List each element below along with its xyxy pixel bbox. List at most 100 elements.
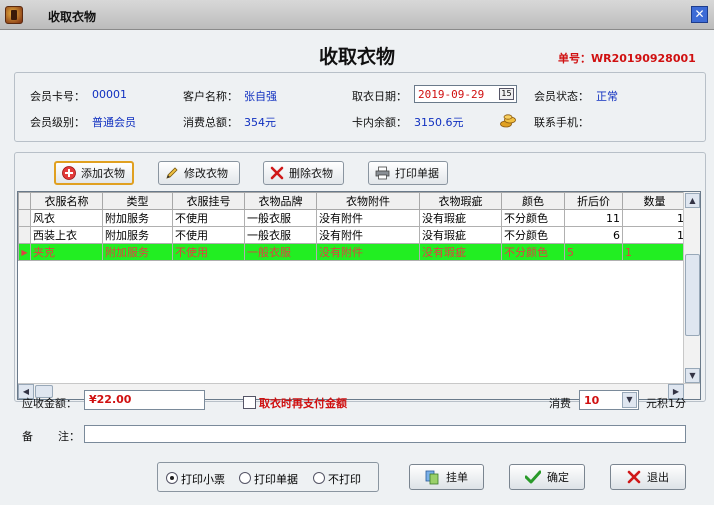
member-card-label: 会员卡号： (30, 90, 85, 103)
chevron-down-icon[interactable]: ▼ (622, 392, 637, 408)
cell-name[interactable]: 风衣 (30, 209, 103, 227)
cell-price[interactable]: 6 (564, 226, 623, 244)
pay-on-pickup-checkbox[interactable] (243, 396, 256, 409)
current-row-indicator-icon: ▶ (18, 243, 31, 261)
coins-icon (500, 114, 516, 128)
column-header[interactable]: 折后价 (564, 192, 623, 210)
cell-accessory[interactable]: 没有附件 (316, 209, 420, 227)
print-ticket-radio[interactable] (166, 472, 178, 484)
customer-name-value: 张自强 (244, 90, 277, 103)
pickup-date-input[interactable]: 2019-09-29 15 (414, 85, 517, 103)
cell-type[interactable]: 附加服务 (102, 243, 173, 261)
cell-qty[interactable]: 1 (622, 226, 687, 244)
remark-label-part2: 注： (58, 430, 80, 443)
cell-color[interactable]: 不分颜色 (501, 226, 565, 244)
add-clothes-button[interactable]: 添加衣物 (54, 161, 134, 185)
add-icon (62, 166, 76, 180)
amount-due-value: ¥22.00 (89, 393, 132, 406)
column-header[interactable]: 颜色 (501, 192, 565, 210)
cell-color[interactable]: 不分颜色 (501, 209, 565, 227)
cell-hang[interactable]: 不使用 (172, 226, 245, 244)
cell-type[interactable]: 附加服务 (102, 209, 173, 227)
documents-icon (425, 470, 439, 484)
column-header[interactable]: 衣服名称 (30, 192, 103, 210)
table-row-selected[interactable]: ▶ 夹克 附加服务 不使用 一般衣服 没有附件 没有瑕疵 不分颜色 5 1 (18, 243, 687, 261)
cell-name[interactable]: 夹克 (30, 243, 103, 261)
remark-input[interactable] (84, 425, 686, 443)
cell-name[interactable]: 西装上衣 (30, 226, 103, 244)
cell-price[interactable]: 5 (564, 243, 623, 261)
total-spent-label: 消费总额： (183, 116, 238, 129)
total-spent-value: 354元 (244, 116, 276, 129)
delete-clothes-button[interactable]: 删除衣物 (263, 161, 344, 185)
print-receipt-option-label[interactable]: 打印单据 (254, 471, 298, 487)
points-rate-select[interactable]: 10 ▼ (579, 390, 639, 410)
grid-header-row: 衣服名称 类型 衣服挂号 衣物品牌 衣物附件 衣物瑕疵 颜色 折后价 数量 (18, 192, 687, 210)
row-indicator (18, 226, 31, 244)
remark-label-part1: 备 (22, 430, 33, 443)
cell-brand[interactable]: 一般衣服 (244, 209, 317, 227)
column-header[interactable]: 衣物品牌 (244, 192, 317, 210)
phone-label: 联系手机： (534, 116, 589, 129)
pickup-date-value: 2019-09-29 (418, 88, 485, 101)
cell-defect[interactable]: 没有瑕疵 (419, 226, 502, 244)
close-button[interactable]: ✕ (691, 6, 708, 23)
column-header[interactable]: 衣物瑕疵 (419, 192, 502, 210)
no-print-radio[interactable] (313, 472, 325, 484)
scroll-down-icon[interactable]: ▼ (685, 368, 700, 383)
member-level-label: 会员级别： (30, 116, 85, 129)
window-title: 收取衣物 (48, 10, 97, 24)
column-header[interactable]: 衣物附件 (316, 192, 420, 210)
scroll-up-icon[interactable]: ▲ (685, 193, 700, 208)
no-print-label[interactable]: 不打印 (328, 471, 361, 487)
pay-on-pickup-label: 取衣时再支付金额 (259, 397, 347, 410)
title-bar: 收取衣物 ✕ (0, 0, 714, 30)
cell-qty[interactable]: 1 (622, 209, 687, 227)
cell-brand[interactable]: 一般衣服 (244, 243, 317, 261)
column-header[interactable]: 类型 (102, 192, 173, 210)
close-icon (627, 470, 641, 484)
clothes-grid[interactable]: 衣服名称 类型 衣服挂号 衣物品牌 衣物附件 衣物瑕疵 颜色 折后价 数量 风衣… (17, 191, 701, 400)
cell-type[interactable]: 附加服务 (102, 226, 173, 244)
amount-due-input[interactable]: ¥22.00 (84, 390, 205, 410)
table-row[interactable]: 西装上衣 附加服务 不使用 一般衣服 没有附件 没有瑕疵 不分颜色 6 1 (18, 226, 687, 244)
hang-order-button[interactable]: 挂单 (409, 464, 484, 490)
points-rate-value: 10 (584, 394, 600, 407)
delete-icon (270, 166, 284, 180)
column-header[interactable]: 衣服挂号 (172, 192, 245, 210)
checkmark-icon (525, 470, 541, 484)
app-icon (5, 6, 23, 24)
confirm-label: 确定 (547, 471, 569, 484)
exit-label: 退出 (647, 471, 669, 484)
cell-qty[interactable]: 1 (622, 243, 687, 261)
customer-name-label: 客户名称： (183, 90, 238, 103)
cell-accessory[interactable]: 没有附件 (316, 226, 420, 244)
header-indicator (18, 192, 31, 210)
member-info-panel (14, 72, 706, 142)
column-header[interactable]: 数量 (622, 192, 687, 210)
cell-defect[interactable]: 没有瑕疵 (419, 209, 502, 227)
cell-defect[interactable]: 没有瑕疵 (419, 243, 502, 261)
cell-accessory[interactable]: 没有附件 (316, 243, 420, 261)
confirm-button[interactable]: 确定 (509, 464, 585, 490)
pencil-icon (166, 167, 178, 179)
print-ticket-label[interactable]: 打印小票 (181, 471, 225, 487)
cell-price[interactable]: 11 (564, 209, 623, 227)
calendar-icon[interactable]: 15 (499, 88, 514, 100)
table-row[interactable]: 风衣 附加服务 不使用 一般衣服 没有附件 没有瑕疵 不分颜色 11 1 (18, 209, 687, 227)
print-receipt-radio[interactable] (239, 472, 251, 484)
cell-brand[interactable]: 一般衣服 (244, 226, 317, 244)
card-balance-value: 3150.6元 (414, 116, 464, 129)
vertical-scroll-thumb[interactable] (685, 254, 700, 336)
points-suffix: 元积1分 (646, 397, 686, 410)
clothes-table: 衣服名称 类型 衣服挂号 衣物品牌 衣物附件 衣物瑕疵 颜色 折后价 数量 风衣… (18, 192, 687, 261)
edit-clothes-button[interactable]: 修改衣物 (158, 161, 240, 185)
cell-hang[interactable]: 不使用 (172, 243, 245, 261)
vertical-scrollbar[interactable]: ▲ ▼ (683, 192, 700, 385)
hang-order-label: 挂单 (446, 471, 468, 484)
cell-color[interactable]: 不分颜色 (501, 243, 565, 261)
exit-button[interactable]: 退出 (610, 464, 686, 490)
print-receipt-button[interactable]: 打印单据 (368, 161, 448, 185)
printer-icon (375, 166, 390, 180)
cell-hang[interactable]: 不使用 (172, 209, 245, 227)
